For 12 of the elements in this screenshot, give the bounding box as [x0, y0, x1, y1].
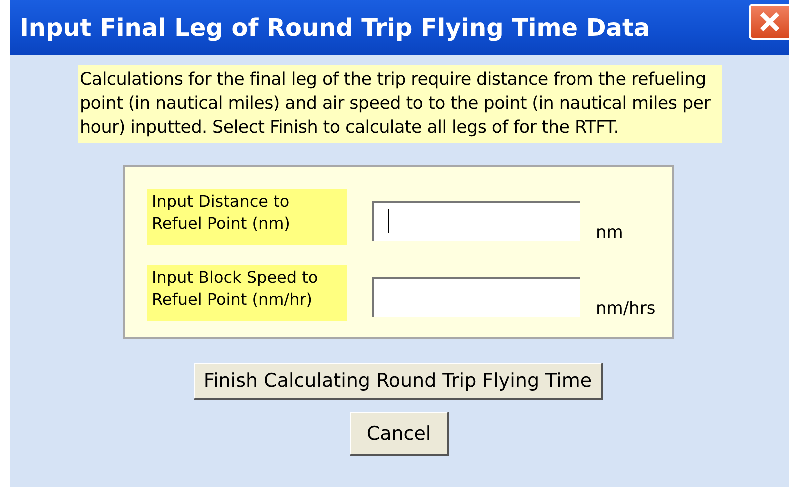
- finish-button[interactable]: Finish Calculating Round Trip Flying Time: [194, 363, 604, 400]
- cancel-button[interactable]: Cancel: [350, 412, 450, 456]
- window-title: Input Final Leg of Round Trip Flying Time Data: [20, 14, 650, 42]
- instructions-text: Calculations for the final leg of the trip require distance from the refueling point (in nautical miles) and air speed to to the point (in nautical miles per hour) inputted. Select Finish to calculate all legs of for the RTFT.: [78, 65, 722, 143]
- input-field[interactable]: [372, 277, 580, 317]
- close-button[interactable]: [749, 4, 789, 40]
- field-label: Input Block Speed to Refuel Point (nm/hr): [147, 265, 347, 321]
- field-label: Input Distance to Refuel Point (nm): [147, 189, 347, 245]
- unit-label: nm/hrs: [596, 299, 656, 319]
- input-field[interactable]: [372, 201, 580, 241]
- close-icon: [758, 10, 782, 34]
- unit-label: nm: [596, 223, 624, 243]
